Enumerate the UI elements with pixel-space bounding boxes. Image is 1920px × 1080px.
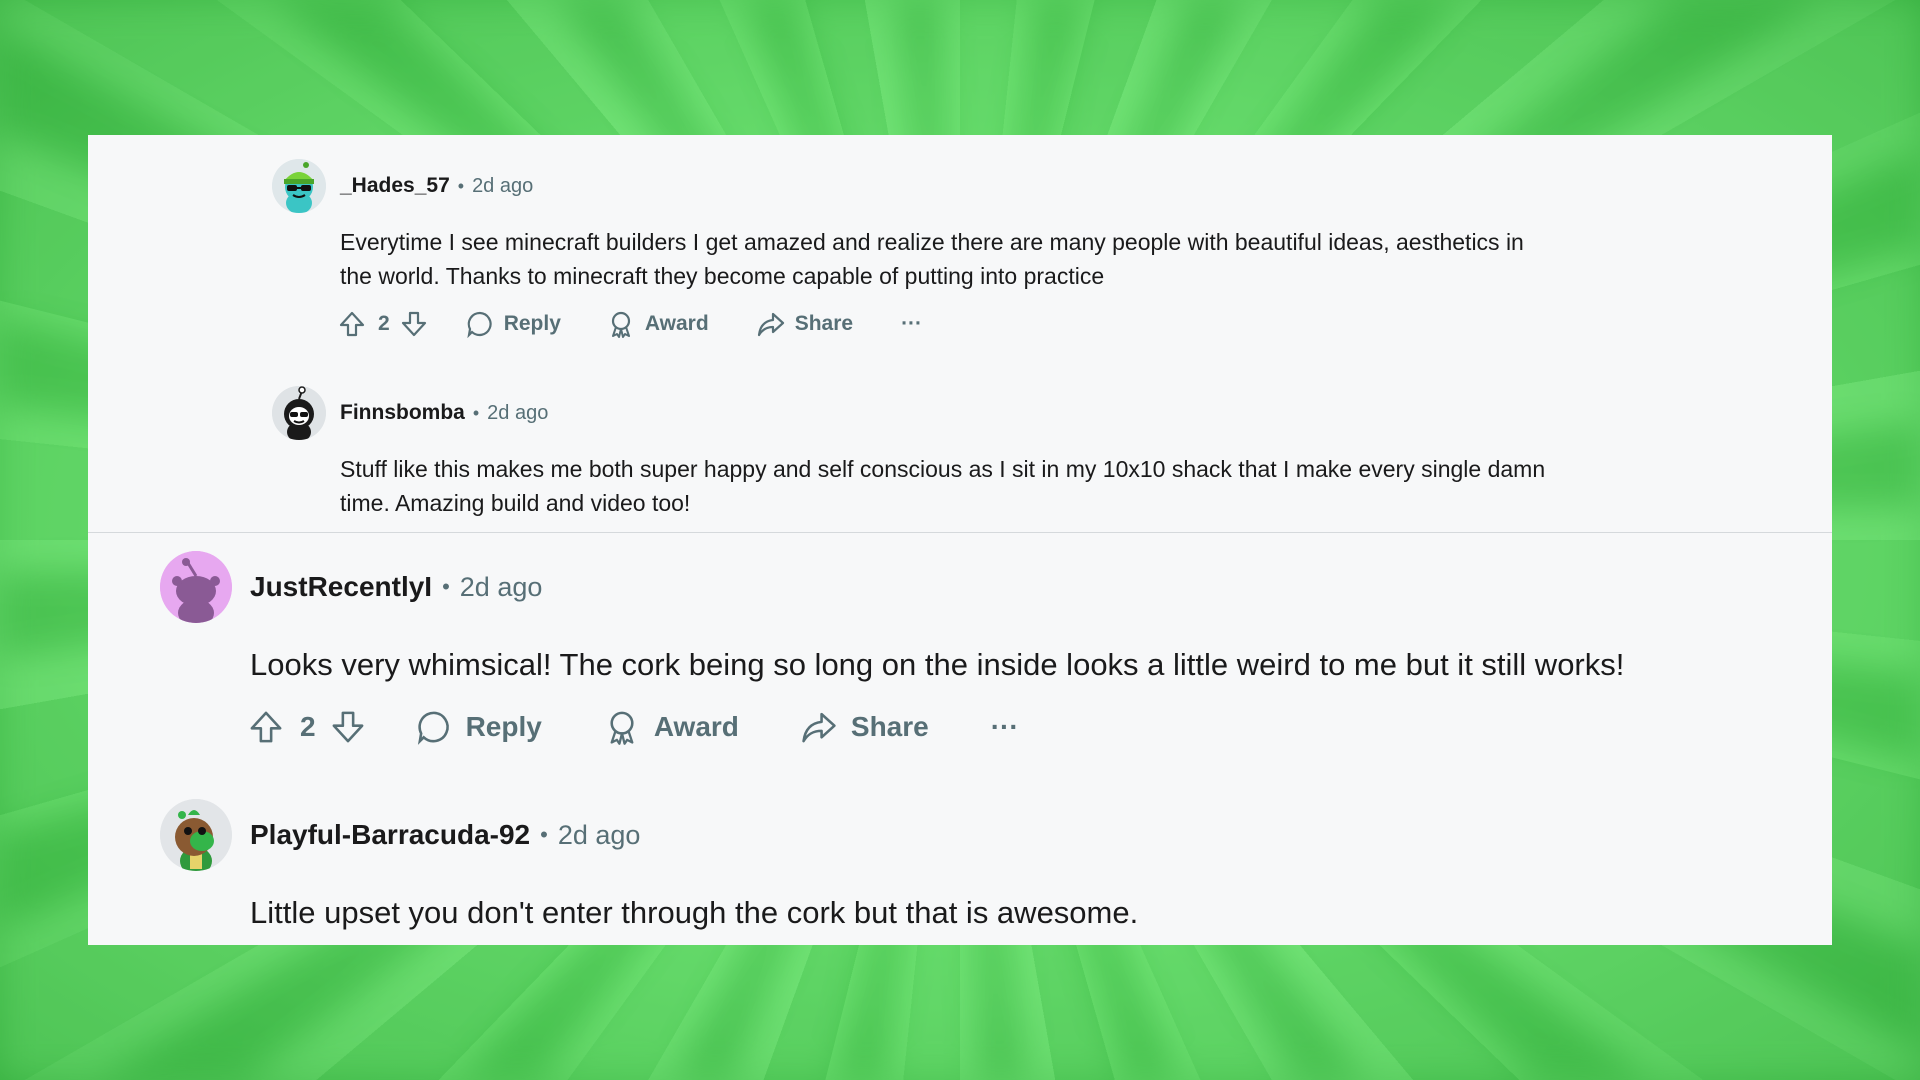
username[interactable]: Playful-Barracuda-92 — [250, 819, 530, 851]
comment-header: Playful-Barracuda-92 • 2d ago — [160, 799, 1800, 871]
reply-label: Reply — [503, 312, 561, 335]
separator-dot: • — [540, 822, 548, 847]
comment-header: JustRecentlyI • 2d ago — [160, 551, 1800, 623]
comment-actions: 2 Reply Award Share ··· — [248, 705, 1800, 749]
comment-actions: 2 Reply Award Share ··· — [338, 307, 1572, 341]
downvote-button[interactable] — [330, 709, 366, 745]
comment-body: Looks very whimsical! The cork being so … — [250, 647, 1625, 682]
award-label: Award — [644, 312, 709, 335]
share-label: Share — [794, 312, 854, 335]
vote-count: 2 — [378, 312, 390, 335]
snoo-avatar-green-brown-icon[interactable] — [160, 799, 232, 871]
award-button[interactable]: Award — [607, 310, 709, 338]
award-ribbon-icon — [611, 311, 630, 338]
comment: JustRecentlyI • 2d ago Looks very whimsi… — [160, 551, 1800, 749]
comment: Finnsbomba • 2d ago Stuff like this make… — [272, 386, 1572, 520]
comments-panel: _Hades_57 • 2d ago Everytime I see minec… — [88, 135, 1832, 945]
share-arrow-icon — [757, 312, 784, 337]
award-button[interactable]: Award — [604, 709, 739, 745]
speech-bubble-icon — [417, 711, 449, 745]
upvote-button[interactable] — [248, 709, 284, 745]
reply-button[interactable]: Reply — [466, 310, 561, 338]
award-ribbon-icon — [610, 711, 634, 745]
share-button[interactable]: Share — [757, 310, 853, 338]
snoo-avatar-default-purple-icon[interactable] — [160, 551, 232, 623]
timestamp[interactable]: 2d ago — [487, 402, 548, 425]
more-options-button[interactable]: ··· — [901, 312, 922, 336]
timestamp[interactable]: 2d ago — [460, 572, 543, 603]
more-dots-icon: ··· — [901, 312, 923, 335]
more-dots-icon: ··· — [990, 711, 1019, 742]
reply-button[interactable]: Reply — [416, 709, 542, 745]
separator-dot: • — [442, 574, 450, 599]
comment-body: Little upset you don't enter through the… — [250, 895, 1139, 930]
comment-body: Everytime I see minecraft builders I get… — [340, 229, 1524, 289]
downvote-button[interactable] — [400, 310, 428, 338]
comment: Playful-Barracuda-92 • 2d ago Little ups… — [160, 799, 1800, 935]
comment-header: Finnsbomba • 2d ago — [272, 386, 1572, 440]
more-options-button[interactable]: ··· — [991, 711, 1019, 743]
upvote-arrow-icon — [250, 711, 282, 743]
downvote-arrow-icon — [401, 311, 426, 337]
upvote-button[interactable] — [338, 310, 366, 338]
snoo-avatar-green-beanie-icon[interactable] — [272, 159, 326, 213]
comment-body: Stuff like this makes me both super happ… — [340, 456, 1546, 516]
timestamp[interactable]: 2d ago — [472, 175, 533, 198]
reply-label: Reply — [465, 711, 542, 742]
separator-dot: • — [457, 175, 465, 196]
separator-dot: • — [472, 402, 480, 423]
comment: _Hades_57 • 2d ago Everytime I see minec… — [272, 159, 1572, 341]
vote-count: 2 — [300, 711, 316, 742]
share-button[interactable]: Share — [801, 709, 929, 745]
username[interactable]: _Hades_57 — [340, 174, 450, 198]
upvote-arrow-icon — [339, 311, 365, 337]
comment-header: _Hades_57 • 2d ago — [272, 159, 1572, 213]
username[interactable]: JustRecentlyI — [250, 571, 432, 603]
speech-bubble-icon — [467, 311, 492, 338]
nested-comment-thread: _Hades_57 • 2d ago Everytime I see minec… — [88, 135, 1832, 533]
share-arrow-icon — [802, 712, 836, 743]
share-label: Share — [850, 711, 929, 742]
downvote-arrow-icon — [332, 711, 364, 743]
award-label: Award — [653, 711, 739, 742]
timestamp[interactable]: 2d ago — [558, 820, 641, 851]
snoo-avatar-black-hood-icon[interactable] — [272, 386, 326, 440]
username[interactable]: Finnsbomba — [340, 401, 465, 425]
